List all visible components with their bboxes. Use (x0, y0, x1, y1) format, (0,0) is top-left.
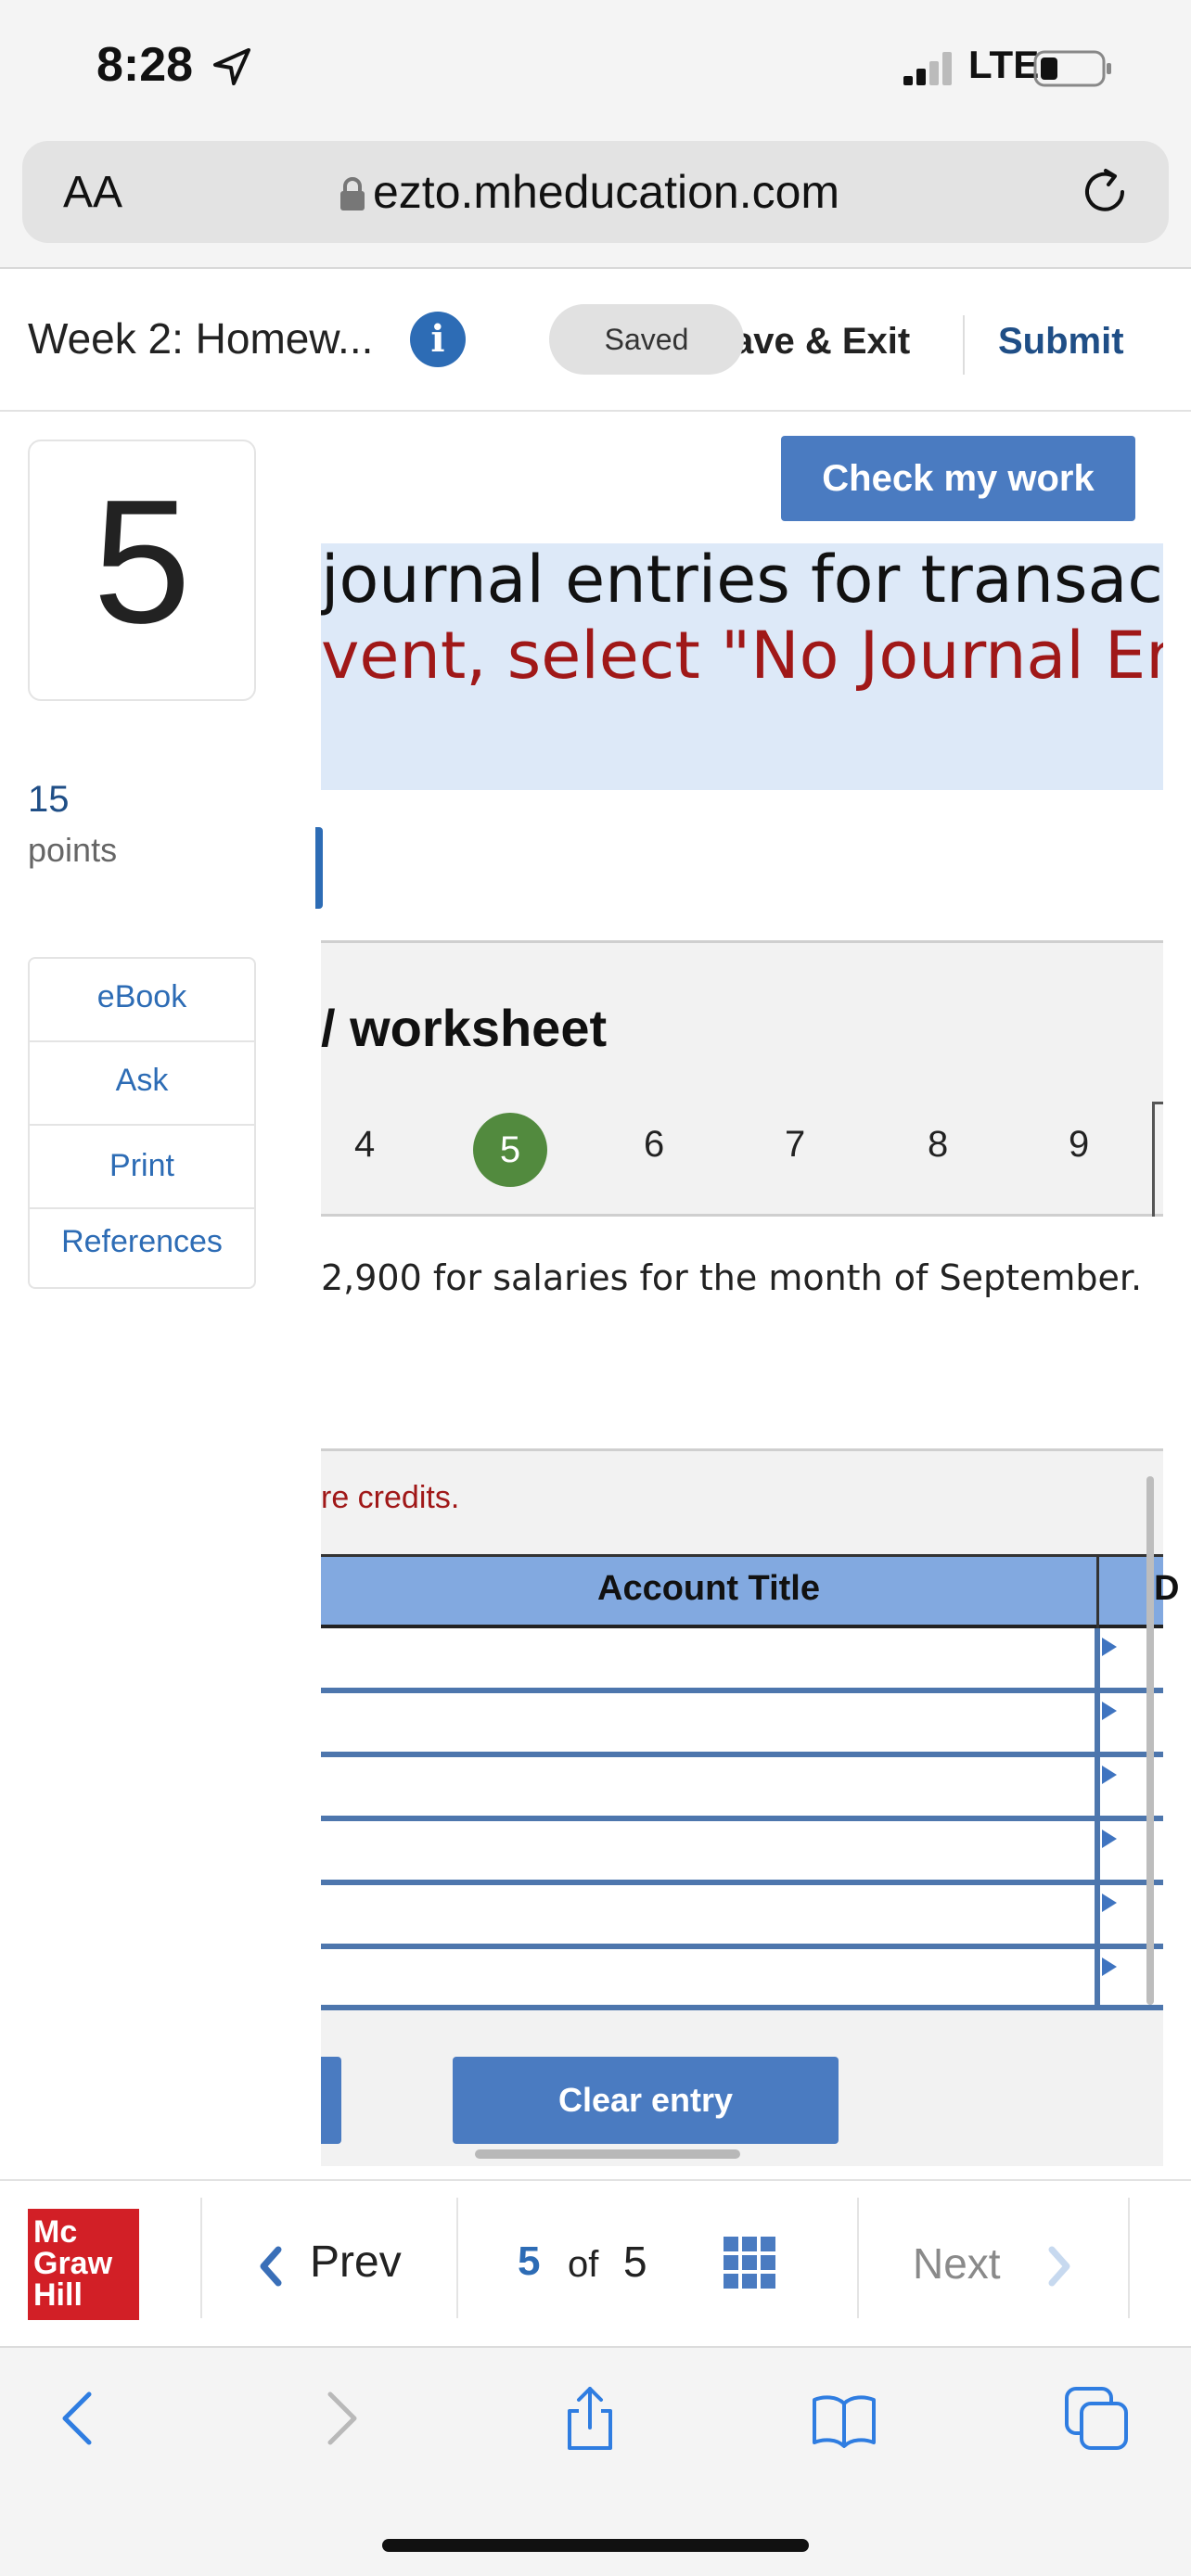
mcgraw-hill-logo: Mc Graw Hill (28, 2209, 139, 2320)
tool-divider (30, 1040, 254, 1042)
signal-bars-icon (903, 52, 952, 85)
tool-divider (30, 1207, 254, 1209)
bookmarks-icon[interactable] (811, 2385, 877, 2452)
lock-icon (340, 177, 365, 210)
tab-4[interactable]: 4 (354, 1124, 375, 1166)
tab-7[interactable]: 7 (785, 1124, 805, 1166)
row-divider (321, 1944, 1163, 1949)
references-link[interactable]: References (30, 1224, 254, 1260)
text-size-button[interactable]: AA (63, 167, 122, 218)
logo-line: Graw (33, 2246, 113, 2281)
chevron-right-icon[interactable] (1046, 2244, 1074, 2289)
header-divider (963, 315, 965, 375)
dropdown-arrow-icon[interactable] (1102, 1958, 1117, 1976)
dropdown-arrow-icon[interactable] (1102, 1830, 1117, 1848)
home-indicator[interactable] (382, 2539, 809, 2552)
dropdown-arrow-icon[interactable] (1102, 1638, 1117, 1656)
chevron-left-icon[interactable] (256, 2244, 284, 2289)
nav-divider (456, 2198, 458, 2318)
tab-6[interactable]: 6 (644, 1124, 664, 1166)
logo-line: Hill (33, 2277, 83, 2313)
dropdown-arrow-icon[interactable] (1102, 1766, 1117, 1784)
grid-icon[interactable] (724, 2237, 775, 2289)
row-divider (321, 1880, 1163, 1885)
points-value: 15 (28, 779, 70, 820)
submit-button[interactable]: Submit (998, 321, 1124, 363)
next-button[interactable]: Next (913, 2238, 1001, 2289)
vertical-scrollbar[interactable] (1146, 1476, 1154, 2005)
horizontal-scrollbar[interactable] (475, 2149, 740, 2159)
credit-note: re credits. (321, 1480, 460, 1515)
saved-badge: Saved (549, 304, 744, 375)
worksheet-panel (321, 940, 1163, 1217)
tab-scroll-frame (1152, 1102, 1163, 1217)
account-title-header: Account Title (597, 1569, 820, 1608)
ebook-link[interactable]: eBook (30, 979, 254, 1015)
back-icon[interactable] (46, 2385, 113, 2452)
tools-menu: eBook Ask Print References (28, 957, 256, 1289)
row-divider (321, 1816, 1163, 1821)
clear-entry-button[interactable]: Clear entry (453, 2057, 839, 2144)
url-text[interactable]: ezto.mheducation.com (373, 165, 839, 219)
page-current: 5 (518, 2238, 541, 2284)
page-of: of (568, 2244, 599, 2285)
header-column-divider (1096, 1554, 1099, 1628)
instruction-line-1: journal entries for transactio (321, 542, 1163, 618)
status-time: 8:28 (96, 38, 194, 92)
tab-5-active[interactable]: 5 (473, 1113, 547, 1187)
tabs-icon[interactable] (1063, 2385, 1130, 2452)
nav-divider (1128, 2198, 1130, 2318)
tool-divider (30, 1124, 254, 1126)
transaction-description: 2,900 for salaries for the month of Sept… (321, 1257, 1143, 1298)
ask-link[interactable]: Ask (30, 1063, 254, 1099)
points-label: points (28, 831, 118, 869)
instruction-line-2: vent, select "No Journal Ent (321, 618, 1163, 694)
question-number: 5 (93, 464, 191, 660)
column-divider (1095, 1628, 1100, 2010)
partial-button-edge[interactable] (315, 827, 323, 909)
nav-divider (857, 2198, 859, 2318)
tab-8[interactable]: 8 (928, 1124, 948, 1166)
row-divider (321, 2005, 1163, 2010)
prev-button[interactable]: Prev (310, 2237, 402, 2288)
save-exit-button[interactable]: ave & Exit (733, 321, 910, 363)
reload-icon[interactable] (1078, 165, 1132, 219)
info-icon[interactable]: i (410, 312, 466, 367)
debit-header-partial: D (1154, 1569, 1180, 1608)
check-my-work-button[interactable]: Check my work (781, 436, 1135, 521)
dropdown-arrow-icon[interactable] (1102, 1894, 1117, 1912)
page-total: 5 (623, 2238, 647, 2286)
worksheet-title: / worksheet (321, 999, 608, 1057)
nav-divider (200, 2198, 202, 2318)
print-link[interactable]: Print (30, 1148, 254, 1184)
instructions-clip: journal entries for transactio vent, sel… (321, 529, 1163, 807)
assignment-title[interactable]: Week 2: Homew... (28, 313, 373, 363)
dropdown-arrow-icon[interactable] (1102, 1702, 1117, 1720)
share-icon[interactable] (557, 2385, 623, 2452)
row-divider (321, 1688, 1163, 1693)
partial-record-button[interactable] (321, 2057, 341, 2144)
logo-line: Mc (33, 2214, 78, 2250)
battery-icon (1033, 50, 1111, 87)
location-arrow-icon (213, 48, 250, 85)
network-type: LTE (968, 43, 1040, 86)
row-divider (321, 1752, 1163, 1757)
journal-entry-rows (321, 1628, 1163, 2010)
tab-9[interactable]: 9 (1069, 1124, 1089, 1166)
forward-icon[interactable] (306, 2385, 373, 2452)
